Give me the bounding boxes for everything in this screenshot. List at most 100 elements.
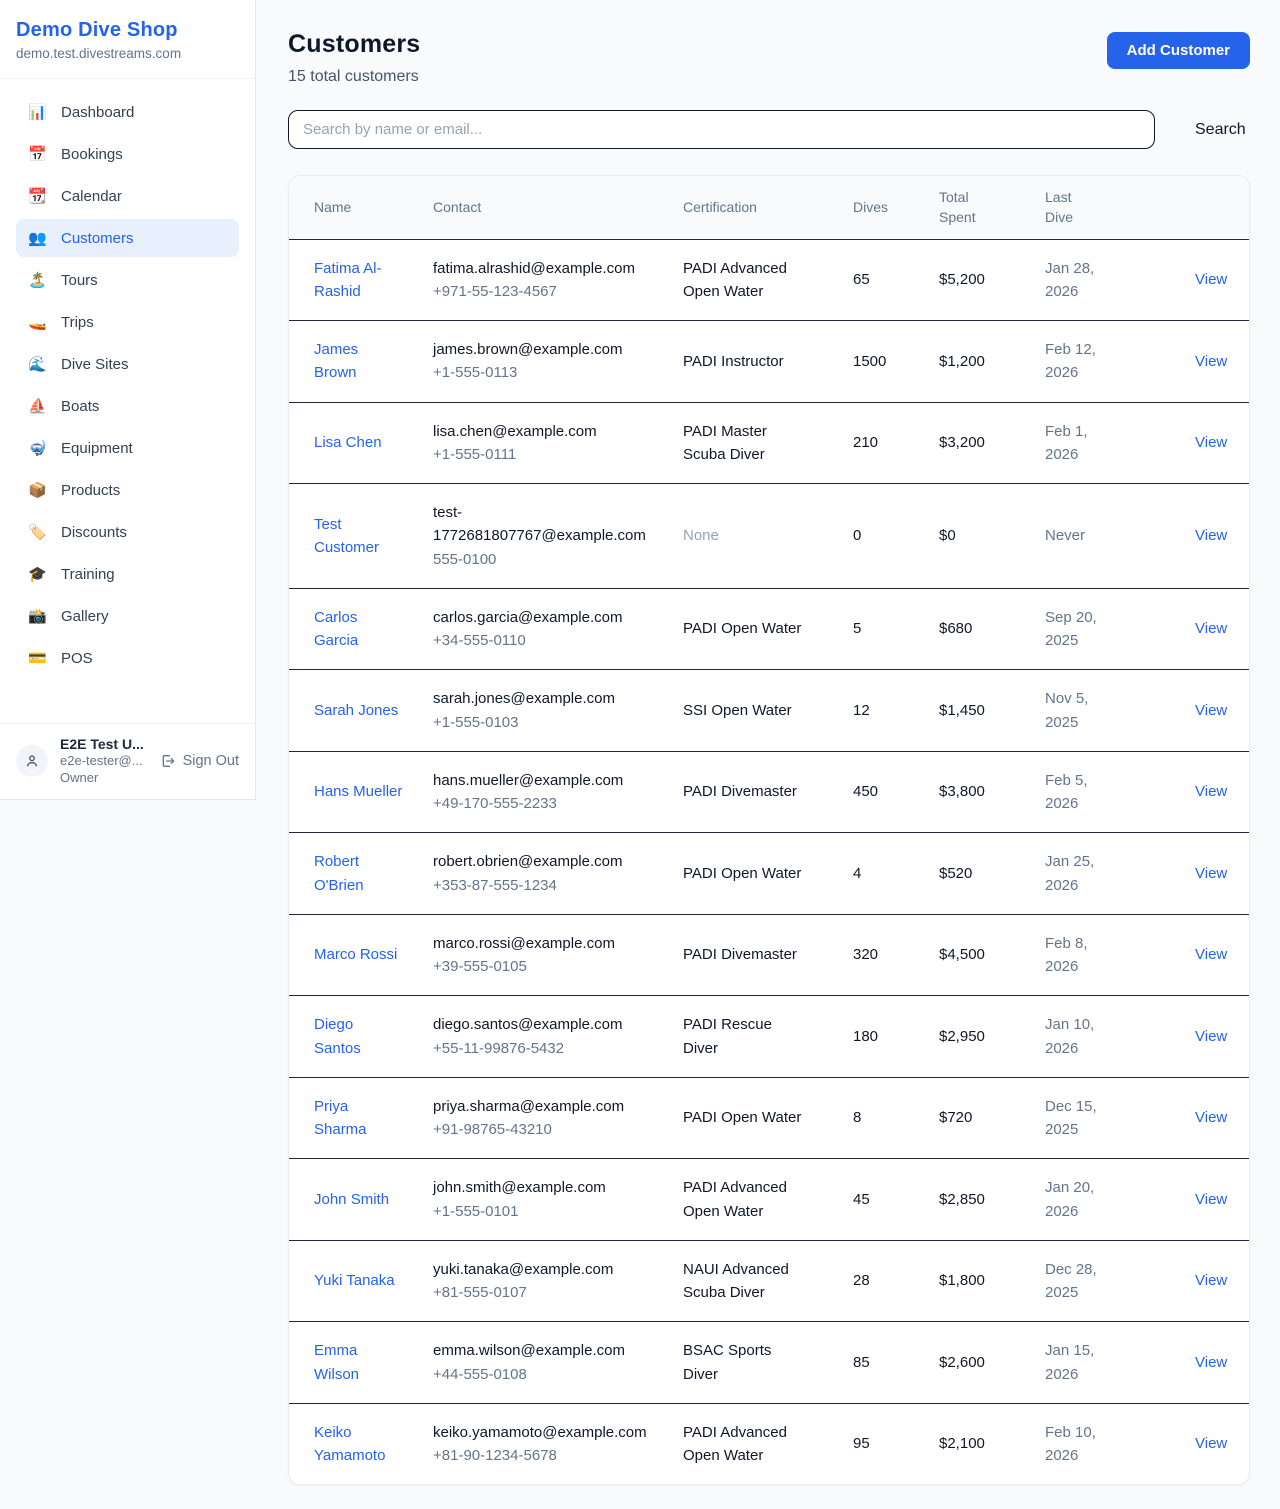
customer-total-spent: $1,200 xyxy=(939,320,1045,402)
view-customer-link[interactable]: View xyxy=(1195,1435,1227,1452)
customer-total-spent: $2,950 xyxy=(939,995,1045,1077)
view-customer-link[interactable]: View xyxy=(1195,946,1227,963)
customer-dives: 210 xyxy=(853,402,939,484)
customer-dives: 1500 xyxy=(853,320,939,402)
bookings-icon: 📅 xyxy=(28,145,46,163)
shop-domain: demo.test.divestreams.com xyxy=(16,46,239,61)
customer-last-dive: Jan 15, 2026 xyxy=(1045,1321,1155,1403)
search-input[interactable] xyxy=(288,110,1155,149)
view-customer-link[interactable]: View xyxy=(1195,1028,1227,1045)
table-row: James Brown james.brown@example.com +1-5… xyxy=(289,320,1249,402)
customer-email: emma.wilson@example.com xyxy=(433,1339,655,1362)
customer-email: hans.mueller@example.com xyxy=(433,769,655,792)
table-row: Keiko Yamamoto keiko.yamamoto@example.co… xyxy=(289,1403,1249,1485)
avatar xyxy=(16,745,48,777)
customer-dives: 320 xyxy=(853,914,939,996)
discounts-icon: 🏷️ xyxy=(28,523,46,541)
customer-name-link[interactable]: Marco Rossi xyxy=(314,946,397,963)
sidebar-item-tours[interactable]: 🏝️ Tours xyxy=(16,261,239,299)
calendar-icon: 📆 xyxy=(28,187,46,205)
customer-name-link[interactable]: Carlos Garcia xyxy=(314,609,358,649)
customer-name-link[interactable]: Keiko Yamamoto xyxy=(314,1424,385,1464)
sidebar-item-trips[interactable]: 🚤 Trips xyxy=(16,303,239,341)
dive-sites-icon: 🌊 xyxy=(28,355,46,373)
customer-dives: 12 xyxy=(853,669,939,751)
view-customer-link[interactable]: View xyxy=(1195,1109,1227,1126)
view-customer-link[interactable]: View xyxy=(1195,620,1227,637)
customer-name-link[interactable]: Priya Sharma xyxy=(314,1098,367,1138)
customer-total-spent: $3,800 xyxy=(939,751,1045,833)
view-customer-link[interactable]: View xyxy=(1195,783,1227,800)
customer-name-link[interactable]: Lisa Chen xyxy=(314,434,382,451)
customer-name-link[interactable]: Yuki Tanaka xyxy=(314,1272,395,1289)
sidebar-item-equipment[interactable]: 🤿 Equipment xyxy=(16,429,239,467)
customer-dives: 65 xyxy=(853,239,939,321)
customer-total-spent: $4,500 xyxy=(939,914,1045,996)
add-customer-button[interactable]: Add Customer xyxy=(1107,32,1250,69)
view-customer-link[interactable]: View xyxy=(1195,702,1227,719)
table-row: Carlos Garcia carlos.garcia@example.com … xyxy=(289,588,1249,670)
customer-phone: +971-55-123-4567 xyxy=(433,280,655,303)
table-row: Emma Wilson emma.wilson@example.com +44-… xyxy=(289,1321,1249,1403)
view-customer-link[interactable]: View xyxy=(1195,865,1227,882)
customer-last-dive: Jan 25, 2026 xyxy=(1045,832,1155,914)
customer-name-link[interactable]: Fatima Al-Rashid xyxy=(314,260,382,300)
customer-name-link[interactable]: Test Customer xyxy=(314,516,379,556)
brand: Demo Dive Shop demo.test.divestreams.com xyxy=(0,0,255,79)
customer-name-link[interactable]: James Brown xyxy=(314,341,358,381)
customer-total-spent: $1,800 xyxy=(939,1240,1045,1322)
customer-dives: 8 xyxy=(853,1077,939,1159)
sign-out-button[interactable]: Sign Out xyxy=(160,753,239,769)
sidebar-item-gallery[interactable]: 📸 Gallery xyxy=(16,597,239,635)
sidebar-item-boats[interactable]: ⛵ Boats xyxy=(16,387,239,425)
dashboard-icon: 📊 xyxy=(28,103,46,121)
sidebar-item-customers[interactable]: 👥 Customers xyxy=(16,219,239,257)
sidebar-item-dive-sites[interactable]: 🌊 Dive Sites xyxy=(16,345,239,383)
customer-name-link[interactable]: Robert O'Brien xyxy=(314,853,364,893)
view-customer-link[interactable]: View xyxy=(1195,353,1227,370)
customer-certification: PADI Divemaster xyxy=(683,751,853,833)
view-customer-link[interactable]: View xyxy=(1195,1354,1227,1371)
customer-total-spent: $720 xyxy=(939,1077,1045,1159)
customer-dives: 0 xyxy=(853,483,939,588)
user-role: Owner xyxy=(60,769,148,787)
column-header-contact: Contact xyxy=(433,176,683,239)
customer-certification: BSAC Sports Diver xyxy=(683,1321,853,1403)
customer-last-dive: Jan 10, 2026 xyxy=(1045,995,1155,1077)
customer-certification: PADI Advanced Open Water xyxy=(683,239,853,321)
customer-email: marco.rossi@example.com xyxy=(433,932,655,955)
customer-email: james.brown@example.com xyxy=(433,338,655,361)
customer-name-link[interactable]: Hans Mueller xyxy=(314,783,402,800)
customer-total-spent: $680 xyxy=(939,588,1045,670)
customer-last-dive: Feb 8, 2026 xyxy=(1045,914,1155,996)
customers-icon: 👥 xyxy=(28,229,46,247)
sidebar-item-training[interactable]: 🎓 Training xyxy=(16,555,239,593)
customer-email: keiko.yamamoto@example.com xyxy=(433,1421,655,1444)
sidebar-item-dashboard[interactable]: 📊 Dashboard xyxy=(16,93,239,131)
sidebar-item-discounts[interactable]: 🏷️ Discounts xyxy=(16,513,239,551)
search-bar: Search xyxy=(288,110,1250,149)
view-customer-link[interactable]: View xyxy=(1195,434,1227,451)
customer-name-link[interactable]: Diego Santos xyxy=(314,1016,361,1056)
view-customer-link[interactable]: View xyxy=(1195,1272,1227,1289)
gallery-icon: 📸 xyxy=(28,607,46,625)
search-button[interactable]: Search xyxy=(1189,113,1252,147)
sidebar-item-bookings[interactable]: 📅 Bookings xyxy=(16,135,239,173)
customer-certification: PADI Open Water xyxy=(683,832,853,914)
sidebar-item-pos[interactable]: 💳 POS xyxy=(16,639,239,677)
customer-name-link[interactable]: Sarah Jones xyxy=(314,702,398,719)
customer-dives: 45 xyxy=(853,1158,939,1240)
view-customer-link[interactable]: View xyxy=(1195,527,1227,544)
view-customer-link[interactable]: View xyxy=(1195,1191,1227,1208)
view-customer-link[interactable]: View xyxy=(1195,271,1227,288)
sidebar-nav: 📊 Dashboard 📅 Bookings 📆 Calendar 👥 Cust… xyxy=(0,79,255,681)
customer-email: test-1772681807767@example.com xyxy=(433,501,655,548)
customer-last-dive: Feb 1, 2026 xyxy=(1045,402,1155,484)
sidebar-item-products[interactable]: 📦 Products xyxy=(16,471,239,509)
customer-name-link[interactable]: John Smith xyxy=(314,1191,389,1208)
customer-email: john.smith@example.com xyxy=(433,1176,655,1199)
sidebar-item-calendar[interactable]: 📆 Calendar xyxy=(16,177,239,215)
customer-phone: +81-90-1234-5678 xyxy=(433,1444,655,1467)
user-info: E2E Test U... e2e-tester@... Owner xyxy=(60,736,148,787)
customer-name-link[interactable]: Emma Wilson xyxy=(314,1342,359,1382)
